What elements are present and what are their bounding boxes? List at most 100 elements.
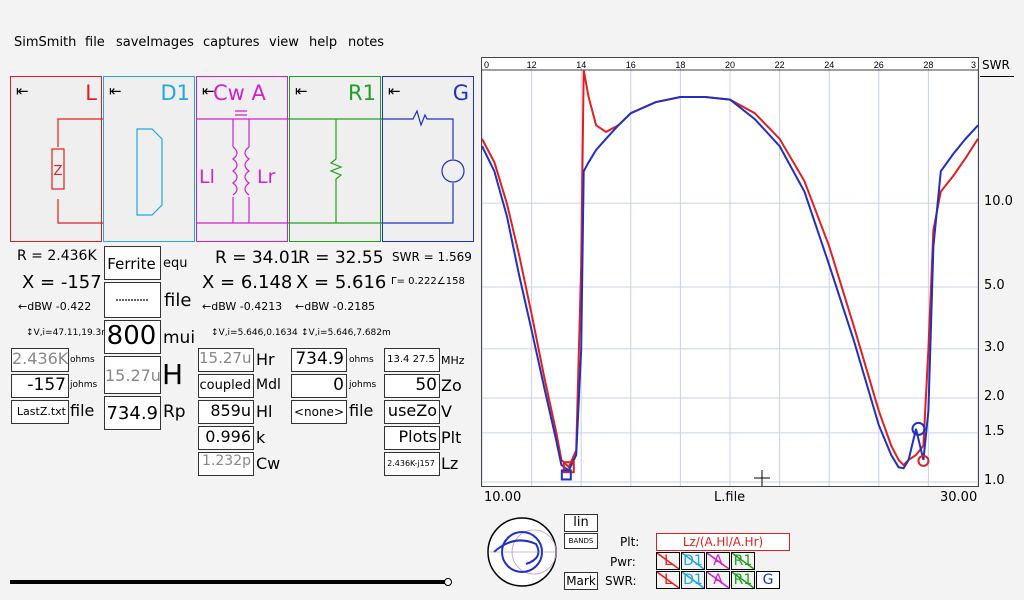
A-reactance: X = 6.148 — [202, 272, 293, 293]
G-freq-unit: MHz — [441, 354, 465, 367]
swr-chart[interactable]: 0 12 14 16 18 20 22 24 26 28 3 — [481, 57, 979, 487]
menu-help[interactable]: help — [309, 35, 337, 50]
component-G[interactable]: ⇤ G — [382, 76, 474, 242]
menu-saveimages[interactable]: saveImages — [116, 35, 194, 50]
y-axis-label-underline — [980, 76, 1014, 77]
G-lz-field[interactable]: 2.436K-j157 — [384, 452, 440, 476]
slider-handle[interactable] — [444, 578, 452, 586]
D1-file-field[interactable] — [104, 282, 161, 318]
A-resistance: R = 34.01 — [215, 248, 301, 268]
swr-tab-d1[interactable]: D1 — [681, 571, 705, 589]
L-file-unit: file — [70, 401, 95, 420]
A-model-field[interactable]: coupled — [198, 374, 254, 398]
D1-h-unit: H — [162, 358, 184, 391]
A-cw-field[interactable]: 1.232p — [198, 452, 254, 476]
x-range-end: 30.00 — [940, 490, 978, 505]
R1-dbw: ←dBW -0.2185 — [295, 300, 376, 313]
svg-text:Lr: Lr — [257, 166, 276, 188]
D1-rp-unit: Rp — [163, 402, 186, 422]
x-tick-label: 20 — [725, 60, 735, 70]
G-lz-unit: Lz — [441, 454, 459, 473]
tuning-slider[interactable] — [10, 580, 446, 584]
R1-vi: ↕V,i=5.646,7.682m — [301, 328, 391, 338]
y-axis-label: SWR — [982, 58, 1010, 72]
L-dbw: ←dBW -0.422 — [18, 300, 92, 313]
menu-notes[interactable]: notes — [348, 35, 384, 50]
R1-file-field[interactable]: <none> — [291, 400, 347, 424]
D1-rp-field[interactable]: 734.9 — [104, 396, 161, 430]
x-tick-label: 0 — [484, 60, 489, 70]
pwr-tab-d1[interactable]: D1 — [681, 552, 705, 570]
mark-button[interactable]: Mark — [564, 572, 598, 590]
component-R1[interactable]: ⇤ R1 — [289, 76, 382, 242]
G-plots-field[interactable]: Plots — [384, 426, 440, 450]
swr-tab-g[interactable]: G — [756, 571, 780, 589]
D1-model-field[interactable]: Ferrite — [104, 246, 161, 280]
D1-mui-field[interactable]: 800 — [104, 320, 161, 354]
L-r-field[interactable]: 2.436K — [11, 348, 69, 372]
pwr-label: Pwr: — [610, 555, 636, 569]
L-resistance: R = 2.436K — [17, 248, 97, 264]
swr-tab-a[interactable]: A — [706, 571, 730, 589]
R1-resistance: R = 32.55 — [298, 248, 384, 268]
R1-x-unit: johms — [349, 380, 377, 390]
lin-button[interactable]: lin — [564, 514, 598, 532]
x-tick-label: 14 — [576, 60, 586, 70]
R1-x-field[interactable]: 0 — [291, 374, 347, 398]
pwr-tab-a[interactable]: A — [706, 552, 730, 570]
svg-text:Ll: Ll — [199, 166, 215, 188]
component-D1[interactable]: ⇤ D1 — [103, 76, 195, 242]
x-range-start: 10.00 — [484, 490, 522, 505]
component-L[interactable]: ⇤ L Z — [10, 76, 103, 242]
L-vi: ↕V,i=47.11,19.3m — [26, 328, 111, 338]
file-block-icon — [136, 128, 163, 216]
A-k-field[interactable]: 0.996 — [198, 426, 254, 450]
svg-text:Z: Z — [54, 164, 63, 179]
G-v-field[interactable]: useZo — [384, 400, 440, 424]
G-swr-readout: SWR = 1.569 — [392, 250, 472, 264]
swr-tab-l[interactable]: L — [656, 571, 680, 589]
component-A[interactable]: ⇤ Cw A Ll Lr — [196, 76, 289, 242]
plot-expression-field[interactable]: Lz/(A.Hl/A.Hr) — [656, 533, 790, 551]
R1-ohms-field[interactable]: 734.9 — [291, 348, 347, 372]
swr-tab-r1[interactable]: R1 — [731, 571, 755, 589]
y-tick-label: 5.0 — [984, 278, 1005, 294]
G-freq-field[interactable]: 13.4 27.5 — [384, 348, 440, 372]
A-vi: ↕V,i=5.646,0.1634 — [211, 328, 298, 338]
menu-captures[interactable]: captures — [203, 35, 260, 50]
x-tick-label: 16 — [626, 60, 636, 70]
menu-view[interactable]: view — [269, 35, 299, 50]
smith-chart-icon[interactable] — [484, 514, 560, 590]
impedance-schematic-icon: Z — [51, 118, 103, 224]
swr-plot-svg: 0 12 14 16 18 20 22 24 26 28 3 — [481, 60, 979, 486]
menu-file[interactable]: file — [85, 35, 105, 50]
A-hl-unit: Hl — [256, 402, 273, 421]
x-tick-label: 22 — [775, 60, 785, 70]
x-tick-label: 12 — [527, 60, 537, 70]
menu-bar: SimSmith file saveImages captures view h… — [0, 33, 1024, 53]
G-zo-field[interactable]: 50 — [384, 374, 440, 398]
D1-h-field[interactable]: 15.27u — [104, 356, 161, 394]
R1-ohms-unit: ohms — [349, 355, 374, 365]
y-tick-label: 10.0 — [984, 194, 1013, 210]
generator-schematic-icon — [383, 109, 465, 224]
D1-file-unit: file — [164, 290, 192, 311]
L-file-field[interactable]: LastZ.txt — [11, 400, 69, 424]
A-hl-field[interactable]: 859u — [198, 400, 254, 424]
L-x-field[interactable]: -157 — [11, 374, 69, 398]
y-tick-label: 3.0 — [984, 339, 1005, 355]
y-tick-label: 1.0 — [984, 473, 1005, 488]
L-x-unit: johms — [70, 380, 98, 390]
menu-simsmith[interactable]: SimSmith — [14, 35, 76, 50]
A-dbw: ←dBW -0.4213 — [202, 300, 283, 313]
A-cw-unit: Cw — [256, 454, 281, 473]
bands-button[interactable]: BANDS — [564, 533, 598, 549]
pwr-tab-r1[interactable]: R1 — [731, 552, 755, 570]
pwr-tab-l[interactable]: L — [656, 552, 680, 570]
A-hr-field[interactable]: 15.27u — [198, 348, 254, 372]
x-tick-label: 28 — [923, 60, 933, 70]
x-tick-label: 3 — [971, 60, 976, 70]
transformer-schematic-icon: Ll Lr — [197, 110, 289, 224]
resistor-schematic-icon — [290, 118, 382, 224]
R1-file-unit: file — [349, 401, 374, 420]
